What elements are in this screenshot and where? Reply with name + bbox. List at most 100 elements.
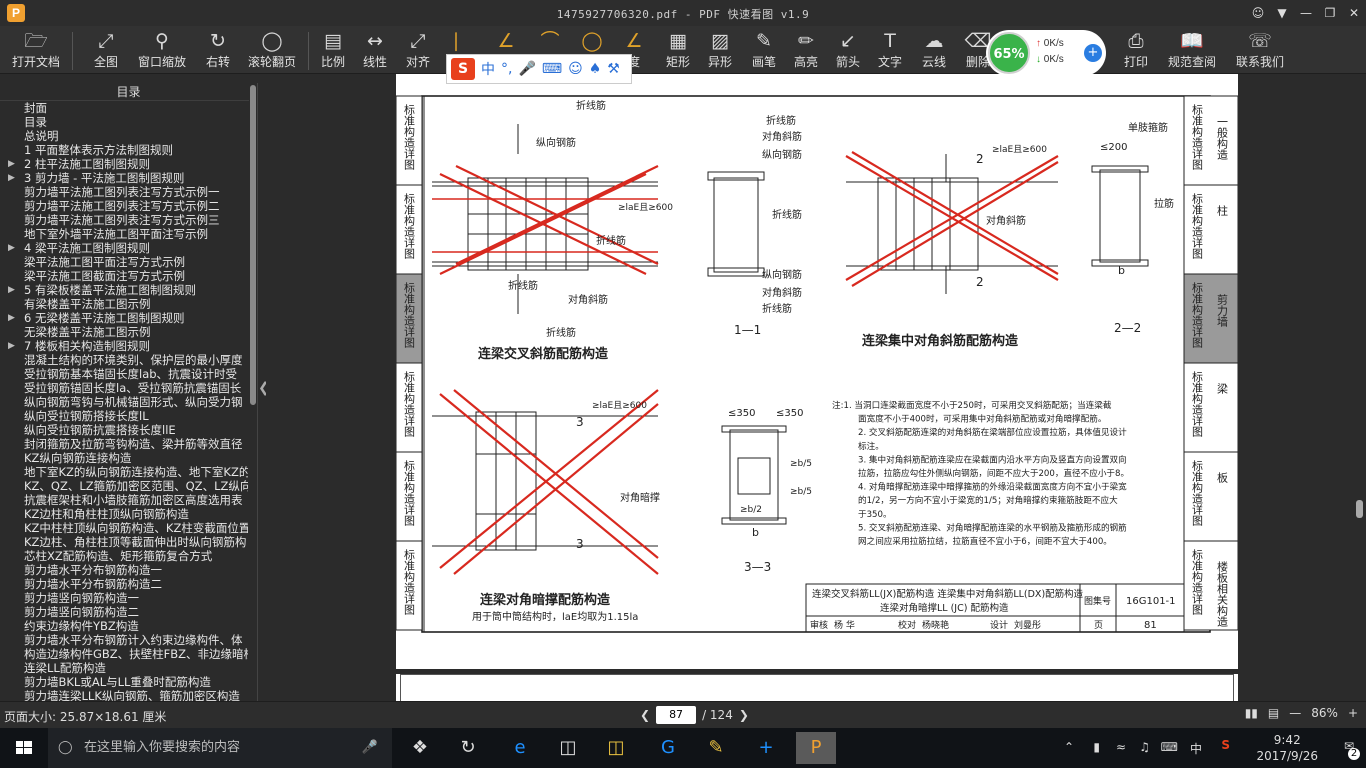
- toc-item[interactable]: KZ、QZ、LZ箍筋加密区范围、QZ、LZ纵向钢: [0, 479, 248, 493]
- prev-page-icon[interactable]: ❮: [640, 708, 650, 722]
- toc-scrollbar-thumb[interactable]: [250, 85, 256, 405]
- scroll-page-button[interactable]: ◯ 滚轮翻页: [244, 28, 300, 72]
- toc-item[interactable]: 有梁楼盖平法施工图示例: [0, 297, 248, 311]
- window-zoom-button[interactable]: ⚲ 窗口缩放: [134, 28, 190, 72]
- irregular-area-button[interactable]: ▨ 异形: [702, 28, 738, 72]
- toc-item[interactable]: 受拉钢筋基本锚固长度lab、抗震设计时受: [0, 367, 248, 381]
- taskbar-search[interactable]: ◯ 在这里输入你要搜索的内容 🎤: [48, 728, 392, 768]
- fit-page-button[interactable]: ⤢ 全图: [86, 28, 126, 72]
- toc-item[interactable]: 剪力墙水平分布钢筋构造一: [0, 563, 248, 577]
- battery-icon[interactable]: ▮: [1093, 740, 1100, 754]
- single-page-view-icon[interactable]: ▮▮: [1245, 706, 1258, 720]
- toc-item[interactable]: 封面: [0, 101, 248, 115]
- toc-item[interactable]: 1 平面整体表示方法制图规则: [0, 143, 248, 157]
- app-g-icon[interactable]: G: [648, 732, 688, 764]
- toc-scrollbar[interactable]: [249, 83, 257, 701]
- network-speed-widget[interactable]: 65% ↑ 0K/s ↓ 0K/s +: [986, 30, 1106, 76]
- toc-item[interactable]: 剪力墙平法施工图列表注写方式示例二: [0, 199, 248, 213]
- keyboard-icon[interactable]: ⌨: [542, 61, 562, 77]
- app-plus-icon[interactable]: +: [746, 732, 786, 764]
- toc-item[interactable]: 地下室外墙平法施工图平面注写示例: [0, 227, 248, 241]
- volume-icon[interactable]: ♫: [1139, 740, 1150, 754]
- toc-item[interactable]: 构造边缘构件GBZ、扶壁柱FBZ、非边缘暗柱: [0, 647, 248, 661]
- toc-item[interactable]: 剪力墙平法施工图列表注写方式示例一: [0, 185, 248, 199]
- toc-item[interactable]: 剪力墙水平分布钢筋计入约束边缘构件、体: [0, 633, 248, 647]
- wifi-icon[interactable]: ≈: [1116, 740, 1126, 754]
- microphone-icon[interactable]: 🎤: [518, 61, 535, 77]
- ime-mode-label[interactable]: 中: [481, 59, 495, 79]
- toc-item[interactable]: 连梁LL配筋构造: [0, 661, 248, 675]
- expand-arrow-icon[interactable]: ▶: [8, 171, 15, 185]
- zoom-level[interactable]: 86%: [1311, 706, 1338, 720]
- toc-item[interactable]: 纵向受拉钢筋抗震搭接长度llE: [0, 423, 248, 437]
- highlight-button[interactable]: ✏ 高亮: [788, 28, 824, 72]
- toc-item[interactable]: 剪力墙连梁LLK纵向钢筋、箍筋加密区构造: [0, 689, 248, 701]
- toc-item[interactable]: KZ中柱柱顶纵向钢筋构造、KZ柱变截面位置: [0, 521, 248, 535]
- browser-360-icon[interactable]: ↻: [448, 732, 488, 764]
- expand-arrow-icon[interactable]: ▶: [8, 241, 15, 255]
- wrench-icon[interactable]: ⚒: [607, 61, 620, 77]
- pen-button[interactable]: ✎ 画笔: [746, 28, 782, 72]
- toc-item[interactable]: 剪力墙平法施工图列表注写方式示例三: [0, 213, 248, 227]
- toc-item[interactable]: 约束边缘构件YBZ构造: [0, 619, 248, 633]
- document-scrollbar-thumb[interactable]: [1356, 500, 1363, 518]
- toc-item[interactable]: 剪力墙BKL或AL与LL重叠时配筋构造: [0, 675, 248, 689]
- plus-icon[interactable]: +: [1084, 44, 1102, 62]
- toc-item[interactable]: ▶ 2 柱平法施工图制图规则: [0, 157, 248, 171]
- sogou-logo-icon[interactable]: S: [451, 58, 475, 80]
- menu-dropdown-icon[interactable]: ▼: [1270, 6, 1294, 20]
- notes-icon[interactable]: ✎: [696, 732, 736, 764]
- toc-item[interactable]: 总说明: [0, 129, 248, 143]
- toc-item[interactable]: 剪力墙竖向钢筋构造二: [0, 605, 248, 619]
- toc-item[interactable]: ▶ 5 有梁板楼盖平法施工图制图规则: [0, 283, 248, 297]
- continuous-view-icon[interactable]: ▤: [1268, 706, 1279, 720]
- maximize-button[interactable]: ❐: [1318, 6, 1342, 20]
- taskview-icon[interactable]: ❖: [400, 732, 440, 764]
- toc-item[interactable]: 地下室KZ的纵向钢筋连接构造、地下室KZ的: [0, 465, 248, 479]
- toc-item[interactable]: 受拉钢筋锚固长度la、受拉钢筋抗震锚固长: [0, 381, 248, 395]
- zoom-out-icon[interactable]: —: [1289, 706, 1301, 720]
- user-icon-ime[interactable]: ☺: [568, 61, 583, 77]
- minimize-button[interactable]: —: [1294, 6, 1318, 20]
- print-button[interactable]: ⎙ 打印: [1118, 28, 1154, 72]
- toc-item[interactable]: 剪力墙竖向钢筋构造一: [0, 591, 248, 605]
- rotate-right-button[interactable]: ↻ 右转: [198, 28, 238, 72]
- memory-usage-gauge[interactable]: 65%: [988, 32, 1030, 74]
- tray-ime-label[interactable]: 中: [1190, 740, 1202, 757]
- scale-button[interactable]: ▤ 比例: [316, 28, 350, 72]
- pdf-viewer-taskbar-icon[interactable]: P: [796, 732, 836, 764]
- page-number-input[interactable]: 87: [656, 706, 697, 724]
- toc-item[interactable]: KZ边柱和角柱柱顶纵向钢筋构造: [0, 507, 248, 521]
- document-viewport[interactable]: 标准构造详图 标准构造详图 标准构造详图 标准构造详图 标准构造详图 标准构造详图 标准构…: [266, 74, 1352, 701]
- expand-arrow-icon[interactable]: ▶: [8, 157, 15, 171]
- toc-item[interactable]: 目录: [0, 115, 248, 129]
- sogou-tray-icon[interactable]: S: [1221, 738, 1230, 752]
- linear-measure-button[interactable]: ↔ 线性: [358, 28, 392, 72]
- open-document-button[interactable]: 🗁 打开文档: [8, 28, 64, 72]
- zoom-in-icon[interactable]: +: [1348, 706, 1358, 720]
- toc-item[interactable]: ▶ 7 楼板相关构造制图规则: [0, 339, 248, 353]
- next-page-icon[interactable]: ❯: [739, 708, 749, 722]
- toc-item[interactable]: 无梁楼盖平法施工图示例: [0, 325, 248, 339]
- toc-item[interactable]: 梁平法施工图截面注写方式示例: [0, 269, 248, 283]
- expand-arrow-icon[interactable]: ▶: [8, 311, 15, 325]
- toc-item[interactable]: 剪力墙水平分布钢筋构造二: [0, 577, 248, 591]
- contact-button[interactable]: ☏ 联系我们: [1232, 28, 1288, 72]
- start-button[interactable]: [0, 728, 48, 768]
- clock[interactable]: 9:42 2017/9/26: [1256, 732, 1318, 764]
- close-button[interactable]: ✕: [1342, 6, 1366, 20]
- edge-icon[interactable]: e: [500, 732, 540, 764]
- spec-lookup-button[interactable]: 📖 规范查阅: [1164, 28, 1220, 72]
- ime-toolbar[interactable]: S 中 °, 🎤 ⌨ ☺ ♠ ⚒: [446, 54, 632, 84]
- toc-item[interactable]: 芯柱XZ配筋构造、矩形箍筋复合方式: [0, 549, 248, 563]
- arrow-button[interactable]: ↙ 箭头: [830, 28, 866, 72]
- mic-icon[interactable]: 🎤: [362, 728, 378, 768]
- tray-up-arrow-icon[interactable]: ⌃: [1064, 740, 1074, 754]
- expand-arrow-icon[interactable]: ▶: [8, 339, 15, 353]
- toc-item[interactable]: ▶ 6 无梁楼盖平法施工图制图规则: [0, 311, 248, 325]
- toc-item[interactable]: ▶ 4 梁平法施工图制图规则: [0, 241, 248, 255]
- toc-item[interactable]: 封闭箍筋及拉筋弯钩构造、梁并筋等效直径: [0, 437, 248, 451]
- toc-item[interactable]: ▶ 3 剪力墙 - 平法施工图制图规则: [0, 171, 248, 185]
- explorer-icon[interactable]: ◫: [596, 732, 636, 764]
- text-button[interactable]: T 文字: [872, 28, 908, 72]
